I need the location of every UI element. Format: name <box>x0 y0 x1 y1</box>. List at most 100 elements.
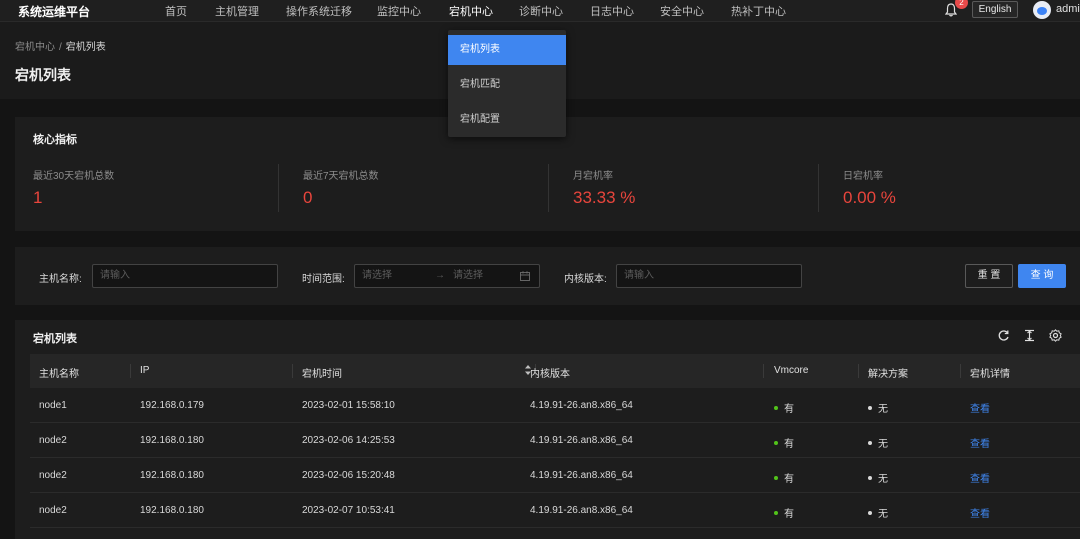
cell-ip: 192.168.0.180 <box>140 435 204 446</box>
nav-monitoring[interactable]: 监控中心 <box>377 3 421 19</box>
view-detail-link[interactable]: 查看 <box>970 505 990 520</box>
calendar-icon <box>520 271 530 281</box>
menu-item-crash-config[interactable]: 宕机配置 <box>448 105 566 135</box>
language-switch-button[interactable]: English <box>972 1 1018 18</box>
column-height-icon[interactable] <box>1023 329 1036 342</box>
metric-value-monthly-rate: 33.33 % <box>573 188 636 207</box>
nav-crash-center[interactable]: 宕机中心 <box>449 3 493 19</box>
host-name-placeholder: 请输入 <box>100 270 130 281</box>
view-detail-link[interactable]: 查看 <box>970 470 990 485</box>
cell-vmcore: 有 <box>774 400 794 415</box>
top-navigation: 系统运维平台 首页 主机管理 操作系统迁移 监控中心 宕机中心 诊断中心 日志中… <box>0 0 1080 22</box>
column-crash-time[interactable]: 宕机时间 <box>302 365 342 380</box>
cell-solution: 无 <box>868 505 888 520</box>
cell-crash-time: 2023-02-06 14:25:53 <box>302 435 395 446</box>
cell-vmcore: 有 <box>774 435 794 450</box>
metric-label-daily-rate: 日宕机率 <box>843 171 883 182</box>
cell-kernel-version: 4.19.91-26.an8.x86_64 <box>530 470 633 481</box>
column-crash-detail: 宕机详情 <box>970 369 1010 380</box>
crash-center-dropdown: 宕机列表 宕机匹配 宕机配置 <box>448 30 566 137</box>
avatar[interactable] <box>1033 1 1051 19</box>
metric-value-30d: 1 <box>33 188 43 207</box>
nav-hotpatch[interactable]: 热补丁中心 <box>731 3 786 19</box>
cell-ip: 192.168.0.180 <box>140 470 204 481</box>
column-separator <box>960 364 961 378</box>
column-separator <box>130 364 131 378</box>
column-separator <box>858 364 859 378</box>
vmcore-value: 有 <box>784 474 794 485</box>
menu-item-crash-match[interactable]: 宕机匹配 <box>448 70 566 100</box>
status-dot <box>868 406 872 411</box>
metric-value-daily-rate: 0.00 % <box>843 188 896 207</box>
cell-kernel-version: 4.19.91-26.an8.x86_64 <box>530 435 633 446</box>
column-separator <box>763 364 764 378</box>
breadcrumb-parent[interactable]: 宕机中心 <box>15 42 55 53</box>
cell-host-name: node2 <box>39 435 67 446</box>
cell-vmcore: 有 <box>774 505 794 520</box>
cell-kernel-version: 4.19.91-26.an8.x86_64 <box>530 505 633 516</box>
view-detail-link[interactable]: 查看 <box>970 435 990 450</box>
filter-card: 主机名称: 请输入 时间范围: 请选择 → 请选择 内核版本: 请输入 重 置 … <box>15 247 1080 305</box>
vmcore-value: 有 <box>784 439 794 450</box>
cell-kernel-version: 4.19.91-26.an8.x86_64 <box>530 400 633 411</box>
metric-label-monthly-rate: 月宕机率 <box>573 171 613 182</box>
table-title: 宕机列表 <box>33 333 77 345</box>
solution-value: 无 <box>878 474 888 485</box>
table-header: 主机名称 IP 宕机时间 内核版本 Vmcore 解决方案 宕机详情 <box>30 354 1080 388</box>
nav-home[interactable]: 首页 <box>165 3 187 19</box>
column-vmcore: Vmcore <box>774 365 809 376</box>
table-row: node1 192.168.0.179 2023-02-01 15:58:10 … <box>30 388 1080 423</box>
column-kernel-version: 内核版本 <box>530 369 570 380</box>
cell-host-name: node2 <box>39 505 67 516</box>
metric-divider <box>818 164 819 212</box>
kernel-version-label: 内核版本: <box>564 274 607 285</box>
reload-icon[interactable] <box>997 329 1010 342</box>
menu-item-crash-list[interactable]: 宕机列表 <box>448 35 566 65</box>
status-dot <box>774 476 778 481</box>
nav-diagnosis[interactable]: 诊断中心 <box>519 3 563 19</box>
cell-solution: 无 <box>868 435 888 450</box>
kernel-version-placeholder: 请输入 <box>624 270 654 281</box>
status-dot <box>868 441 872 446</box>
kernel-version-input[interactable]: 请输入 <box>616 264 802 288</box>
nav-os-migration[interactable]: 操作系统迁移 <box>286 3 352 19</box>
host-name-label: 主机名称: <box>39 274 82 285</box>
column-separator <box>292 364 293 378</box>
vmcore-value: 有 <box>784 404 794 415</box>
query-button[interactable]: 查 询 <box>1018 264 1066 288</box>
breadcrumb: 宕机中心 / 宕机列表 <box>15 38 106 53</box>
metric-divider <box>548 164 549 212</box>
time-start-placeholder: 请选择 <box>362 270 392 281</box>
vmcore-value: 有 <box>784 509 794 520</box>
time-range-picker[interactable]: 请选择 → 请选择 <box>354 264 540 288</box>
table-row: node2 192.168.0.180 2023-02-06 15:20:48 … <box>30 458 1080 493</box>
nav-logs[interactable]: 日志中心 <box>590 3 634 19</box>
cell-solution: 无 <box>868 470 888 485</box>
cell-crash-time: 2023-02-01 15:58:10 <box>302 400 395 411</box>
nav-host-management[interactable]: 主机管理 <box>215 3 259 19</box>
cell-ip: 192.168.0.179 <box>140 400 204 411</box>
metric-value-7d: 0 <box>303 188 313 207</box>
table-row: node2 192.168.0.180 2023-02-06 14:25:53 … <box>30 423 1080 458</box>
solution-value: 无 <box>878 509 888 520</box>
metric-label-30d: 最近30天宕机总数 <box>33 171 115 182</box>
host-name-input[interactable]: 请输入 <box>92 264 278 288</box>
nav-security[interactable]: 安全中心 <box>660 3 704 19</box>
reset-button[interactable]: 重 置 <box>965 264 1013 288</box>
view-detail-link[interactable]: 查看 <box>970 400 990 415</box>
cell-crash-time: 2023-02-06 15:20:48 <box>302 470 395 481</box>
cell-solution: 无 <box>868 400 888 415</box>
status-dot <box>774 441 778 446</box>
status-dot <box>774 511 778 516</box>
table-row: node2 192.168.0.180 2023-02-07 10:53:41 … <box>30 493 1080 528</box>
metric-label-7d: 最近7天宕机总数 <box>303 171 379 182</box>
solution-value: 无 <box>878 439 888 450</box>
breadcrumb-separator: / <box>59 42 62 53</box>
setting-icon[interactable] <box>1049 329 1062 342</box>
metric-divider <box>278 164 279 212</box>
time-range-label: 时间范围: <box>302 274 345 285</box>
column-host-name: 主机名称 <box>39 369 79 380</box>
cell-ip: 192.168.0.180 <box>140 505 204 516</box>
user-name[interactable]: admi <box>1056 3 1080 15</box>
solution-value: 无 <box>878 404 888 415</box>
